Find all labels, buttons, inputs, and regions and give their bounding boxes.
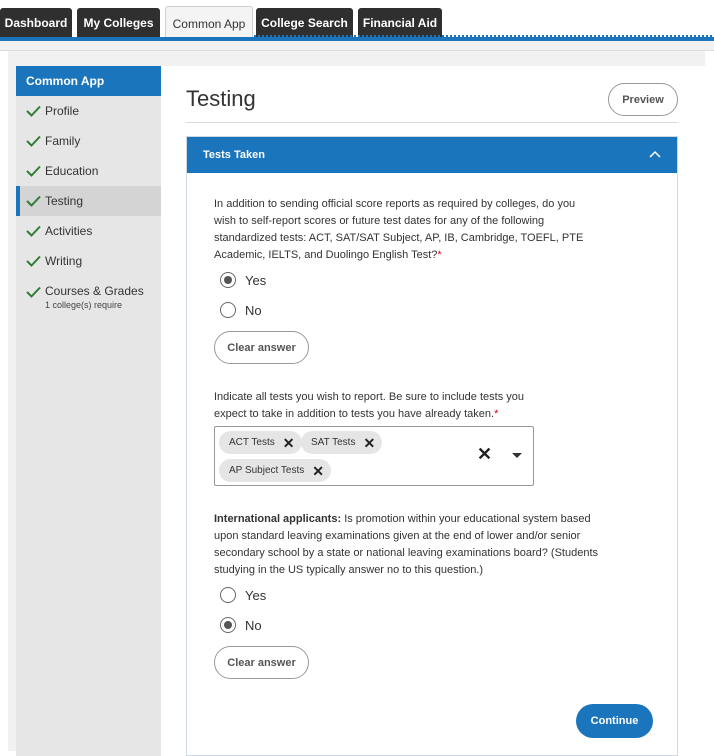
check-icon [26,165,41,177]
check-icon [26,286,41,298]
sidebar-item-sublabel: 1 college(s) require [45,300,123,310]
sidebar-item-testing[interactable]: Testing [16,186,173,216]
page-title: Testing [186,86,256,111]
check-icon [26,195,41,207]
radio-label: No [245,302,262,318]
radio-q3-yes[interactable]: Yes [220,587,266,603]
sidebar-item-label: Education [45,164,99,178]
radio-label: Yes [245,587,267,603]
clear-all-icon[interactable]: ✕ [477,444,492,465]
chip-label: ACT Tests [229,437,275,448]
preview-button[interactable]: Preview [608,83,678,116]
chip-label: AP Subject Tests [229,465,305,476]
sidebar-item-activities[interactable]: Activities [16,216,161,246]
sidebar-item-education[interactable]: Education [16,156,161,186]
main-panel: Testing Preview Tests Taken In addition … [161,66,705,756]
check-icon [26,255,41,267]
chip-sat-tests: SAT Tests ✕ [301,431,383,454]
check-icon [26,135,41,147]
chip-ap-subject-tests: AP Subject Tests ✕ [219,459,331,482]
sidebar-item-label: Courses & Grades [45,284,144,298]
chip-label: SAT Tests [311,437,356,448]
sidebar-item-label: Family [45,134,81,148]
check-icon [26,105,41,117]
tab-college-search[interactable]: College Search [256,8,353,38]
clear-answer-button[interactable]: Clear answer [214,331,309,364]
tests-multiselect[interactable]: ACT Tests ✕ SAT Tests ✕ AP Subject Tests… [214,426,534,486]
question-tests-to-report: Indicate all tests you wish to report. B… [214,389,554,423]
radio-q1-no[interactable]: No [220,302,262,318]
sidebar: Common App Profile Family Education Test… [16,66,173,756]
radio-label: Yes [245,272,267,288]
radio-q3-no[interactable]: No [220,617,262,633]
radio-q1-yes[interactable]: Yes [220,272,266,288]
section-title: Tests Taken [203,149,265,161]
radio-button[interactable] [220,587,236,603]
required-mark: * [494,408,499,420]
tab-financial-aid[interactable]: Financial Aid [358,8,442,38]
sidebar-item-label: Profile [45,104,80,118]
sidebar-item-writing[interactable]: Writing [16,246,161,276]
radio-button[interactable] [220,302,236,318]
continue-button[interactable]: Continue [576,704,653,738]
sidebar-item-family[interactable]: Family [16,126,161,156]
sidebar-item-courses-grades[interactable]: Courses & Grades 1 college(s) require [16,276,161,320]
section-header[interactable]: Tests Taken [187,137,677,173]
title-divider [186,122,678,123]
radio-button[interactable] [220,272,236,288]
chip-act-tests: ACT Tests ✕ [219,431,302,454]
tab-my-colleges[interactable]: My Colleges [77,8,160,38]
radio-button[interactable] [220,617,236,633]
chevron-up-icon[interactable] [649,150,661,158]
sidebar-header: Common App [16,66,161,96]
remove-chip-icon[interactable]: ✕ [363,436,375,450]
radio-label: No [245,617,262,633]
remove-chip-icon[interactable]: ✕ [283,436,295,450]
required-mark: * [437,249,442,261]
question-self-report: In addition to sending official score re… [214,196,599,264]
dropdown-caret-icon[interactable] [512,453,522,458]
remove-chip-icon[interactable]: ✕ [312,464,324,478]
question-text: Indicate all tests you wish to report. B… [214,391,524,420]
question-text: In addition to sending official score re… [214,198,584,261]
tests-taken-section: Tests Taken In addition to sending offic… [186,136,678,756]
question-bold-prefix: International applicants: [214,513,342,525]
sidebar-item-label: Testing [45,194,84,208]
clear-answer-button[interactable]: Clear answer [214,646,309,679]
question-international: International applicants: Is promotion w… [214,511,599,579]
sidebar-item-profile[interactable]: Profile [16,96,161,126]
tab-dashboard[interactable]: Dashboard [0,8,72,38]
check-icon [26,225,41,237]
divider [0,41,714,51]
sidebar-item-label: Writing [45,254,83,268]
sidebar-item-label: Activities [45,224,93,238]
